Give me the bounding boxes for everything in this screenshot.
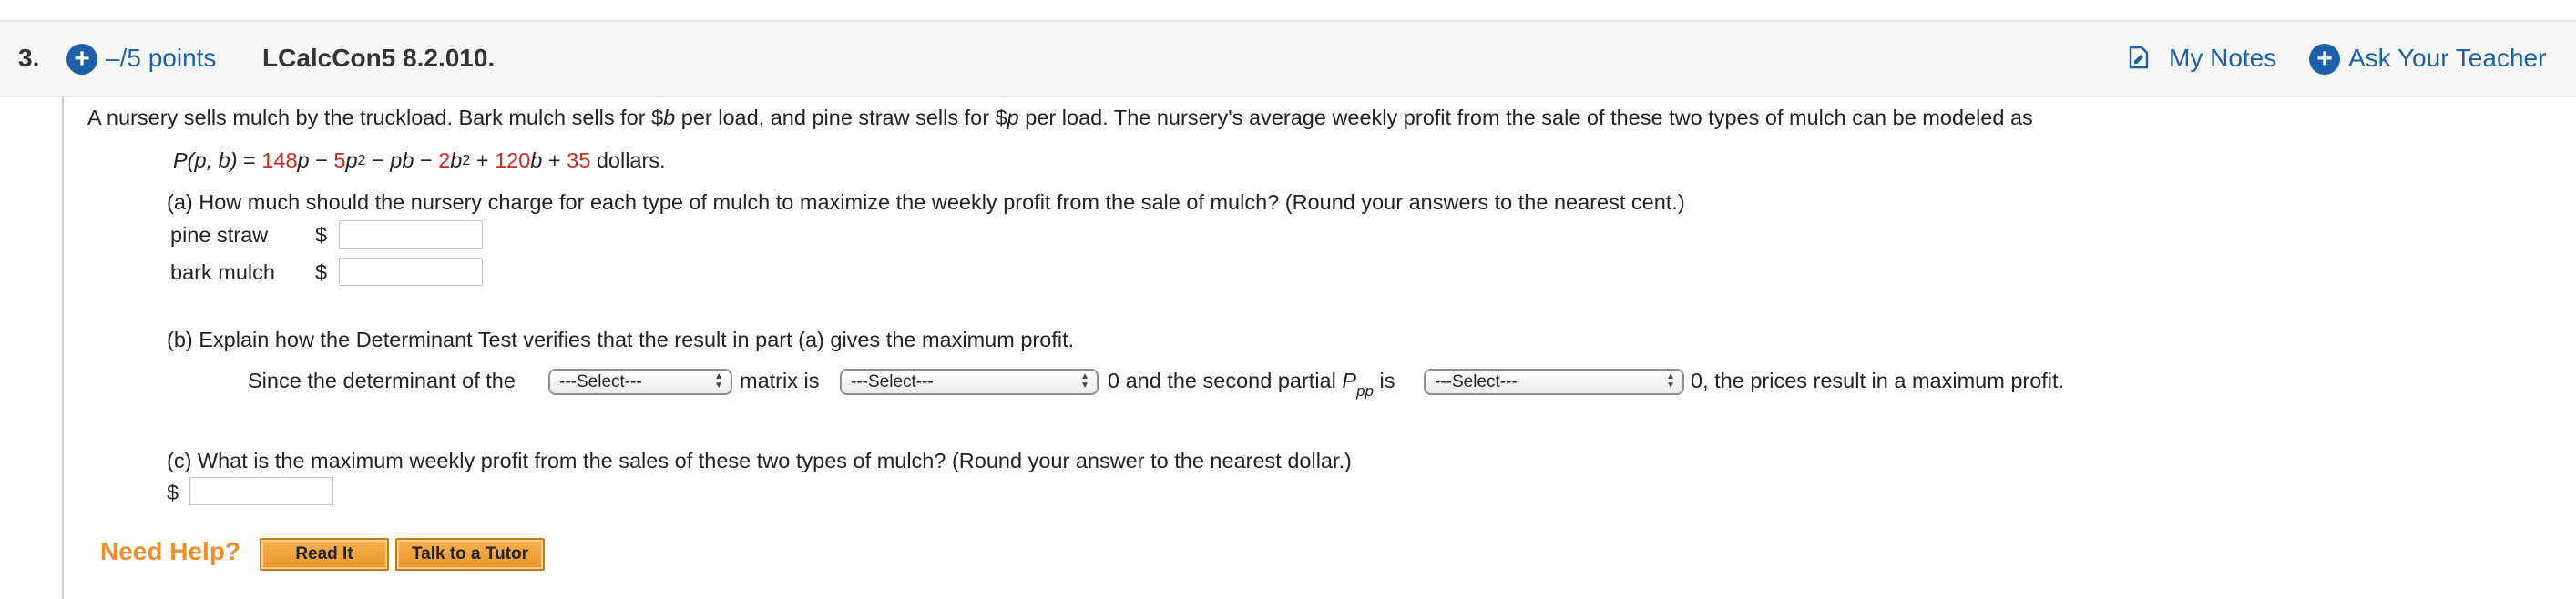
- my-notes-link[interactable]: My Notes: [2169, 44, 2276, 73]
- select-value: ---Select---: [1435, 372, 1518, 391]
- plus-circle-icon[interactable]: +: [66, 44, 97, 75]
- pine-straw-price-input[interactable]: [339, 220, 483, 249]
- profit-formula: P(p, b) = 148p − 5p2 − pb − 2b2 + 120b +…: [173, 148, 666, 172]
- notes-document-icon[interactable]: [2129, 46, 2149, 69]
- question-number: 3.: [18, 44, 40, 72]
- matrix-type-select[interactable]: ---Select--- ▲ ▼: [548, 369, 732, 395]
- read-it-button[interactable]: Read It: [260, 538, 389, 571]
- problem-intro: A nursery sells mulch by the truckload. …: [87, 106, 2033, 129]
- part-b-text-2: matrix is: [740, 369, 820, 392]
- content-left-border: [62, 97, 64, 599]
- part-a-question: (a) How much should the nursery charge f…: [167, 190, 1685, 214]
- part-c-question: (c) What is the maximum weekly profit fr…: [167, 449, 1352, 472]
- part-b-text-3: 0 and the second partial Ppp is: [1108, 369, 1395, 400]
- bark-currency-symbol: $: [315, 260, 328, 284]
- determinant-comparison-select[interactable]: ---Select--- ▲ ▼: [840, 369, 1099, 395]
- select-value: ---Select---: [559, 372, 642, 391]
- partial-comparison-select[interactable]: ---Select--- ▲ ▼: [1424, 369, 1684, 395]
- question-id: LCalcCon5 8.2.010.: [262, 44, 496, 72]
- plus-circle-icon[interactable]: +: [2309, 44, 2340, 75]
- part-b-text-1: Since the determinant of the: [248, 369, 516, 392]
- talk-to-tutor-button[interactable]: Talk to a Tutor: [395, 538, 545, 571]
- profit-currency-symbol: $: [167, 481, 179, 504]
- bark-mulch-price-input[interactable]: [339, 258, 483, 286]
- bark-mulch-label: bark mulch: [170, 260, 275, 284]
- part-b-text-4: 0, the prices result in a maximum profit…: [1691, 369, 2065, 392]
- up-down-arrows-icon: ▲ ▼: [714, 371, 723, 391]
- need-help-label: Need Help?: [100, 537, 241, 565]
- pine-currency-symbol: $: [315, 223, 328, 247]
- question-header: 3. + –/5 points LCalcCon5 8.2.010. My No…: [0, 22, 2576, 97]
- select-value: ---Select---: [851, 372, 934, 391]
- pine-straw-label: pine straw: [170, 223, 269, 247]
- ask-your-teacher-link[interactable]: Ask Your Teacher: [2348, 44, 2546, 73]
- points-link[interactable]: –/5 points: [106, 44, 216, 73]
- part-b-question: (b) Explain how the Determinant Test ver…: [167, 328, 1075, 351]
- up-down-arrows-icon: ▲ ▼: [1080, 371, 1089, 391]
- max-profit-input[interactable]: [189, 477, 333, 505]
- up-down-arrows-icon: ▲ ▼: [1666, 371, 1675, 391]
